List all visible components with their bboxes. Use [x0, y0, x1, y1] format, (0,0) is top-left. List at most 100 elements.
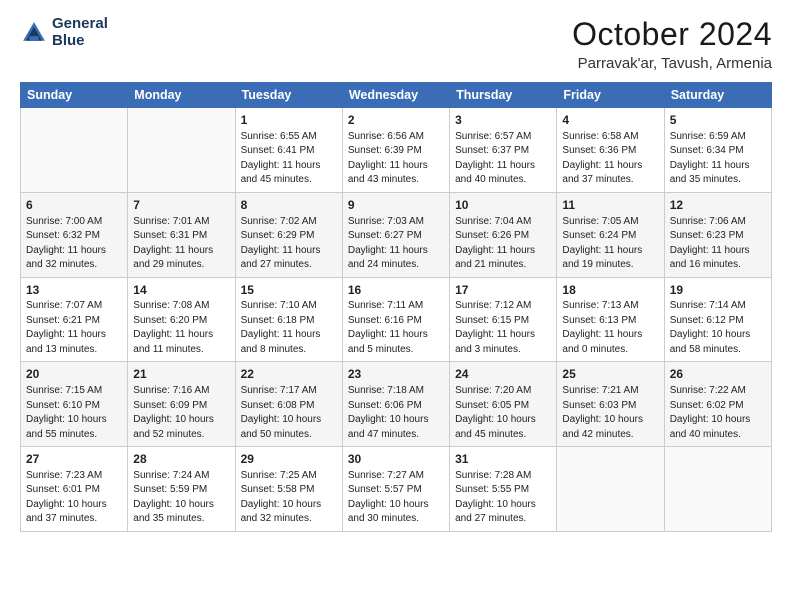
day-number: 17 [455, 282, 551, 299]
table-row: 4Sunrise: 6:58 AM Sunset: 6:36 PM Daylig… [557, 108, 664, 193]
table-row [21, 108, 128, 193]
table-row: 31Sunrise: 7:28 AM Sunset: 5:55 PM Dayli… [450, 447, 557, 532]
table-row: 13Sunrise: 7:07 AM Sunset: 6:21 PM Dayli… [21, 277, 128, 362]
table-row: 5Sunrise: 6:59 AM Sunset: 6:34 PM Daylig… [664, 108, 771, 193]
day-number: 3 [455, 112, 551, 129]
table-row: 29Sunrise: 7:25 AM Sunset: 5:58 PM Dayli… [235, 447, 342, 532]
day-number: 27 [26, 451, 122, 468]
day-number: 9 [348, 197, 444, 214]
calendar-week-row: 27Sunrise: 7:23 AM Sunset: 6:01 PM Dayli… [21, 447, 772, 532]
day-info: Sunrise: 7:21 AM Sunset: 6:03 PM Dayligh… [562, 384, 658, 442]
day-info: Sunrise: 7:23 AM Sunset: 6:01 PM Dayligh… [26, 469, 122, 527]
day-number: 14 [133, 282, 229, 299]
col-friday: Friday [557, 83, 664, 108]
logo-icon [20, 19, 48, 47]
table-row: 23Sunrise: 7:18 AM Sunset: 6:06 PM Dayli… [342, 362, 449, 447]
table-row: 12Sunrise: 7:06 AM Sunset: 6:23 PM Dayli… [664, 192, 771, 277]
day-number: 20 [26, 366, 122, 383]
table-row: 25Sunrise: 7:21 AM Sunset: 6:03 PM Dayli… [557, 362, 664, 447]
col-wednesday: Wednesday [342, 83, 449, 108]
table-row: 26Sunrise: 7:22 AM Sunset: 6:02 PM Dayli… [664, 362, 771, 447]
day-info: Sunrise: 6:59 AM Sunset: 6:34 PM Dayligh… [670, 130, 766, 188]
table-row [128, 108, 235, 193]
day-number: 6 [26, 197, 122, 214]
day-info: Sunrise: 7:03 AM Sunset: 6:27 PM Dayligh… [348, 215, 444, 273]
table-row: 1Sunrise: 6:55 AM Sunset: 6:41 PM Daylig… [235, 108, 342, 193]
col-monday: Monday [128, 83, 235, 108]
logo-text: General Blue [52, 16, 108, 49]
logo: General Blue [20, 16, 108, 49]
col-sunday: Sunday [21, 83, 128, 108]
day-info: Sunrise: 7:07 AM Sunset: 6:21 PM Dayligh… [26, 299, 122, 357]
table-row: 9Sunrise: 7:03 AM Sunset: 6:27 PM Daylig… [342, 192, 449, 277]
day-number: 12 [670, 197, 766, 214]
day-info: Sunrise: 7:22 AM Sunset: 6:02 PM Dayligh… [670, 384, 766, 442]
table-row [664, 447, 771, 532]
day-info: Sunrise: 7:08 AM Sunset: 6:20 PM Dayligh… [133, 299, 229, 357]
day-info: Sunrise: 7:06 AM Sunset: 6:23 PM Dayligh… [670, 215, 766, 273]
col-saturday: Saturday [664, 83, 771, 108]
day-number: 21 [133, 366, 229, 383]
day-number: 1 [241, 112, 337, 129]
day-info: Sunrise: 7:18 AM Sunset: 6:06 PM Dayligh… [348, 384, 444, 442]
table-row [557, 447, 664, 532]
day-info: Sunrise: 7:24 AM Sunset: 5:59 PM Dayligh… [133, 469, 229, 527]
day-info: Sunrise: 7:25 AM Sunset: 5:58 PM Dayligh… [241, 469, 337, 527]
logo-line1: General [52, 16, 108, 33]
table-row: 14Sunrise: 7:08 AM Sunset: 6:20 PM Dayli… [128, 277, 235, 362]
table-row: 7Sunrise: 7:01 AM Sunset: 6:31 PM Daylig… [128, 192, 235, 277]
table-row: 27Sunrise: 7:23 AM Sunset: 6:01 PM Dayli… [21, 447, 128, 532]
day-info: Sunrise: 7:28 AM Sunset: 5:55 PM Dayligh… [455, 469, 551, 527]
day-info: Sunrise: 7:13 AM Sunset: 6:13 PM Dayligh… [562, 299, 658, 357]
day-info: Sunrise: 6:57 AM Sunset: 6:37 PM Dayligh… [455, 130, 551, 188]
calendar-header-row: Sunday Monday Tuesday Wednesday Thursday… [21, 83, 772, 108]
col-thursday: Thursday [450, 83, 557, 108]
day-number: 26 [670, 366, 766, 383]
day-number: 10 [455, 197, 551, 214]
day-number: 29 [241, 451, 337, 468]
day-number: 7 [133, 197, 229, 214]
day-number: 28 [133, 451, 229, 468]
table-row: 22Sunrise: 7:17 AM Sunset: 6:08 PM Dayli… [235, 362, 342, 447]
day-info: Sunrise: 7:27 AM Sunset: 5:57 PM Dayligh… [348, 469, 444, 527]
day-number: 18 [562, 282, 658, 299]
calendar-week-row: 13Sunrise: 7:07 AM Sunset: 6:21 PM Dayli… [21, 277, 772, 362]
col-tuesday: Tuesday [235, 83, 342, 108]
day-info: Sunrise: 7:00 AM Sunset: 6:32 PM Dayligh… [26, 215, 122, 273]
day-info: Sunrise: 7:02 AM Sunset: 6:29 PM Dayligh… [241, 215, 337, 273]
page: General Blue October 2024 Parravak'ar, T… [0, 0, 792, 612]
day-number: 25 [562, 366, 658, 383]
table-row: 3Sunrise: 6:57 AM Sunset: 6:37 PM Daylig… [450, 108, 557, 193]
table-row: 20Sunrise: 7:15 AM Sunset: 6:10 PM Dayli… [21, 362, 128, 447]
location-title: Parravak'ar, Tavush, Armenia [572, 55, 772, 72]
day-number: 24 [455, 366, 551, 383]
table-row: 2Sunrise: 6:56 AM Sunset: 6:39 PM Daylig… [342, 108, 449, 193]
day-info: Sunrise: 7:16 AM Sunset: 6:09 PM Dayligh… [133, 384, 229, 442]
day-number: 23 [348, 366, 444, 383]
day-info: Sunrise: 7:12 AM Sunset: 6:15 PM Dayligh… [455, 299, 551, 357]
day-number: 30 [348, 451, 444, 468]
day-info: Sunrise: 7:05 AM Sunset: 6:24 PM Dayligh… [562, 215, 658, 273]
day-info: Sunrise: 7:11 AM Sunset: 6:16 PM Dayligh… [348, 299, 444, 357]
calendar-week-row: 20Sunrise: 7:15 AM Sunset: 6:10 PM Dayli… [21, 362, 772, 447]
day-number: 16 [348, 282, 444, 299]
logo-line2: Blue [52, 33, 108, 50]
table-row: 30Sunrise: 7:27 AM Sunset: 5:57 PM Dayli… [342, 447, 449, 532]
header: General Blue October 2024 Parravak'ar, T… [20, 16, 772, 72]
day-info: Sunrise: 6:56 AM Sunset: 6:39 PM Dayligh… [348, 130, 444, 188]
day-info: Sunrise: 7:01 AM Sunset: 6:31 PM Dayligh… [133, 215, 229, 273]
day-info: Sunrise: 7:04 AM Sunset: 6:26 PM Dayligh… [455, 215, 551, 273]
day-info: Sunrise: 7:15 AM Sunset: 6:10 PM Dayligh… [26, 384, 122, 442]
table-row: 8Sunrise: 7:02 AM Sunset: 6:29 PM Daylig… [235, 192, 342, 277]
table-row: 16Sunrise: 7:11 AM Sunset: 6:16 PM Dayli… [342, 277, 449, 362]
day-number: 19 [670, 282, 766, 299]
day-number: 2 [348, 112, 444, 129]
table-row: 18Sunrise: 7:13 AM Sunset: 6:13 PM Dayli… [557, 277, 664, 362]
day-number: 31 [455, 451, 551, 468]
table-row: 19Sunrise: 7:14 AM Sunset: 6:12 PM Dayli… [664, 277, 771, 362]
calendar-week-row: 1Sunrise: 6:55 AM Sunset: 6:41 PM Daylig… [21, 108, 772, 193]
calendar-table: Sunday Monday Tuesday Wednesday Thursday… [20, 82, 772, 532]
day-number: 15 [241, 282, 337, 299]
table-row: 24Sunrise: 7:20 AM Sunset: 6:05 PM Dayli… [450, 362, 557, 447]
day-info: Sunrise: 7:10 AM Sunset: 6:18 PM Dayligh… [241, 299, 337, 357]
